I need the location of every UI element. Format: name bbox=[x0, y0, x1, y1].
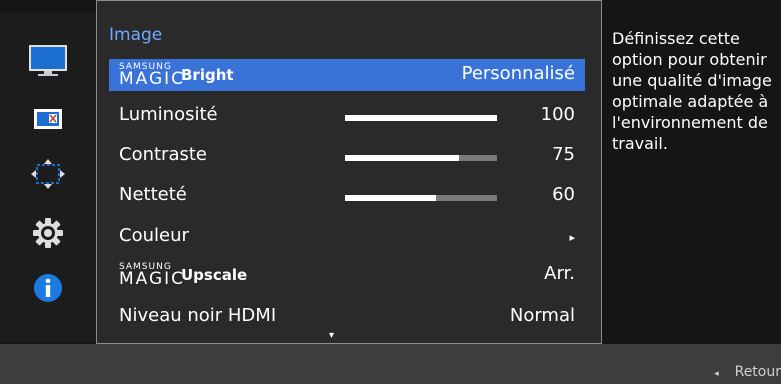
luminosite-value: 100 bbox=[540, 104, 575, 125]
nettete-value: 60 bbox=[552, 184, 575, 205]
footer-bar: ◂ Retour bbox=[0, 344, 781, 384]
magic-wordmark: MAGIC bbox=[119, 69, 186, 89]
menu-title: Image bbox=[109, 25, 163, 45]
couleur-label: Couleur bbox=[119, 225, 189, 246]
nettete-slider[interactable] bbox=[345, 195, 497, 201]
luminosite-slider-fill bbox=[345, 115, 497, 121]
gear-icon[interactable] bbox=[28, 216, 68, 250]
magic-upscale-value: Arr. bbox=[544, 263, 575, 284]
nettete-label: Netteté bbox=[119, 184, 187, 205]
scroll-down-icon[interactable]: ▾ bbox=[329, 330, 334, 341]
contraste-slider[interactable] bbox=[345, 155, 497, 161]
magic-bright-label: SAMSUNG MAGIC Bright bbox=[119, 59, 234, 89]
niveau-noir-label: Niveau noir HDMI bbox=[119, 305, 277, 326]
menu-item-nettete[interactable]: Netteté 60 bbox=[109, 180, 585, 212]
sidebar bbox=[0, 12, 96, 342]
magic-upscale-label: SAMSUNG MAGIC Upscale bbox=[119, 259, 247, 289]
info-icon[interactable] bbox=[28, 271, 68, 305]
back-button[interactable]: ◂ Retour bbox=[714, 364, 781, 380]
osd-screen: Image SAMSUNG MAGIC Bright Personnalisé … bbox=[0, 0, 781, 384]
magic-upscale-product: Upscale bbox=[181, 266, 248, 284]
help-text: Définissez cette option pour obtenir une… bbox=[612, 29, 772, 153]
menu-item-contraste[interactable]: Contraste 75 bbox=[109, 140, 585, 172]
position-icon[interactable] bbox=[28, 157, 68, 191]
niveau-noir-value: Normal bbox=[509, 305, 575, 326]
contraste-slider-fill bbox=[345, 155, 459, 161]
picture-size-icon[interactable] bbox=[28, 102, 68, 136]
submenu-arrow-icon: ▸ bbox=[569, 231, 575, 244]
menu-item-luminosite[interactable]: Luminosité 100 bbox=[109, 100, 585, 132]
nettete-slider-fill bbox=[345, 195, 437, 201]
back-label: Retour bbox=[734, 364, 781, 380]
magic-wordmark: MAGIC bbox=[119, 269, 186, 289]
luminosite-slider[interactable] bbox=[345, 115, 497, 121]
menu-item-magic-bright[interactable]: SAMSUNG MAGIC Bright Personnalisé bbox=[109, 59, 585, 91]
magic-bright-product: Bright bbox=[181, 66, 234, 84]
menu-item-couleur[interactable]: Couleur ▸ bbox=[109, 221, 585, 253]
image-menu: Image SAMSUNG MAGIC Bright Personnalisé … bbox=[96, 0, 602, 344]
luminosite-label: Luminosité bbox=[119, 104, 218, 125]
magic-bright-value: Personnalisé bbox=[461, 63, 575, 84]
menu-item-magic-upscale[interactable]: SAMSUNG MAGIC Upscale Arr. bbox=[109, 259, 585, 291]
monitor-icon[interactable] bbox=[16, 44, 80, 78]
contraste-label: Contraste bbox=[119, 144, 207, 165]
contraste-value: 75 bbox=[552, 144, 575, 165]
back-arrow-icon: ◂ bbox=[714, 369, 719, 379]
menu-item-niveau-noir-hdmi[interactable]: Niveau noir HDMI Normal bbox=[109, 301, 585, 333]
